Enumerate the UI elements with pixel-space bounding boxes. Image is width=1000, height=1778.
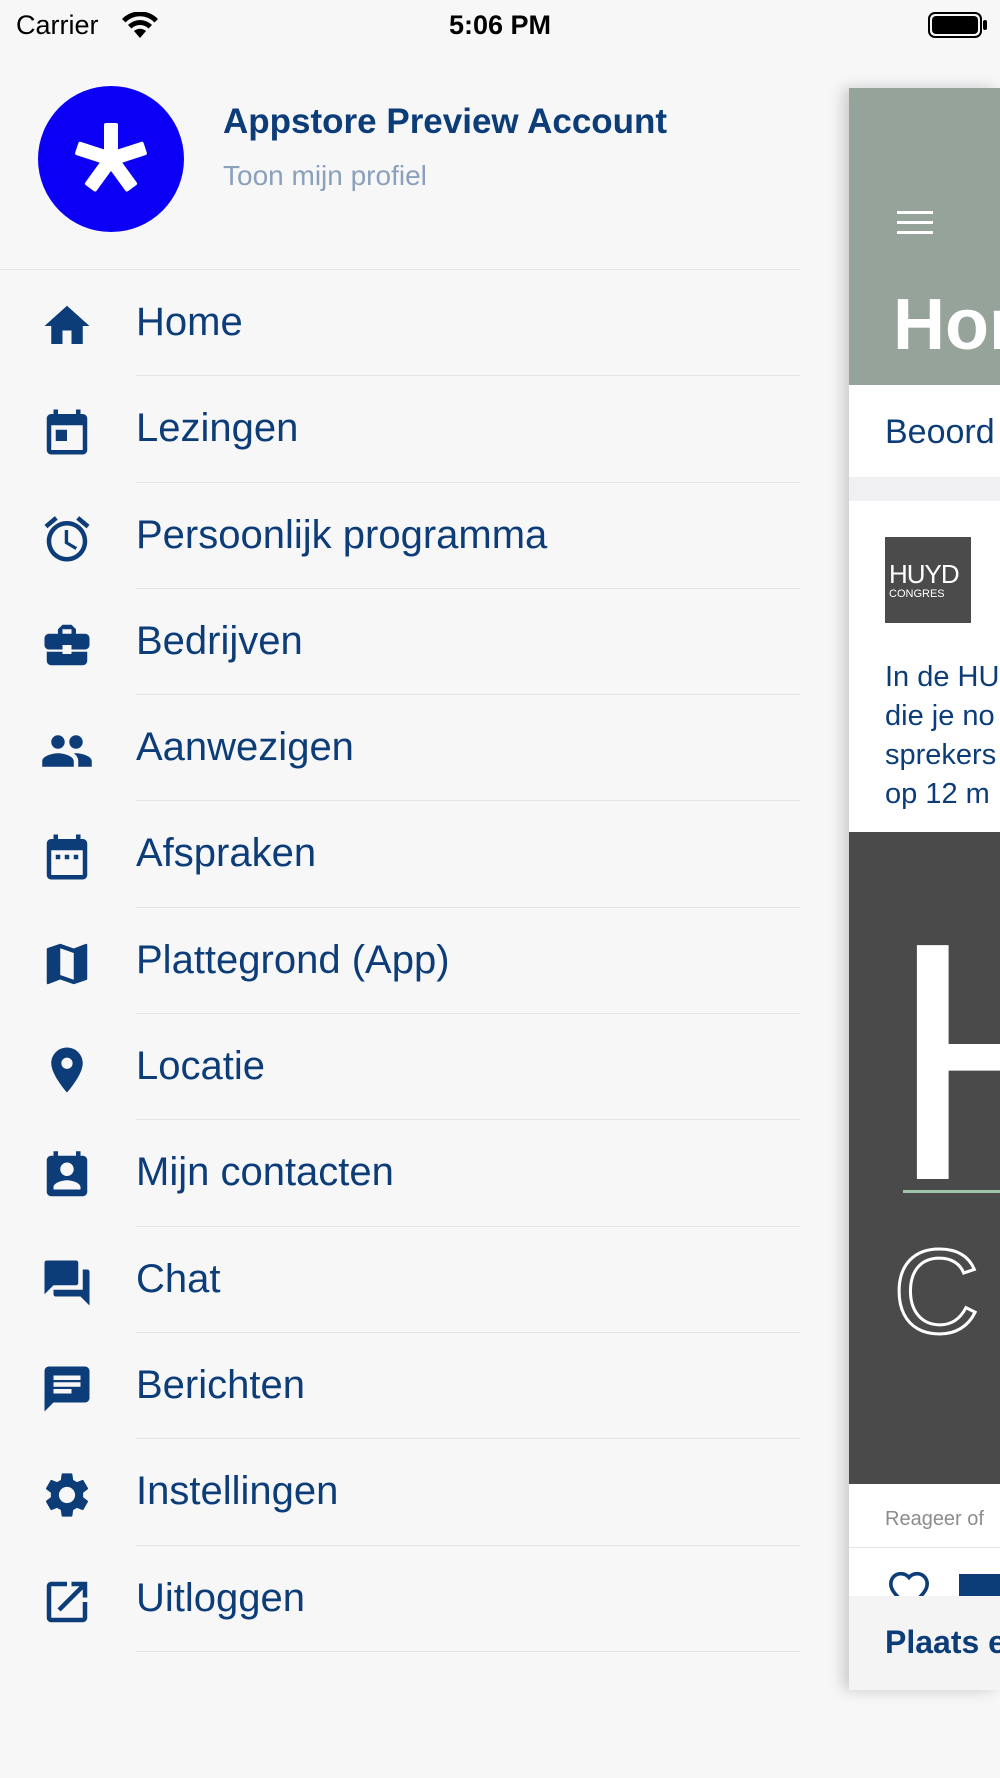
status-bar: Carrier 5:06 PM: [0, 0, 1000, 52]
calendar-today-icon: [40, 405, 94, 459]
post-text-line: op 12 m: [885, 778, 990, 810]
gear-icon: [40, 1468, 94, 1522]
menu-item-label: Plattegrond (App): [136, 937, 450, 982]
divider: [849, 1547, 1000, 1548]
battery-icon: [928, 12, 987, 38]
asterisk-icon: [75, 123, 147, 192]
menu-item-mijn-contacten[interactable]: Mijn contacten: [0, 1120, 800, 1227]
menu-item-aanwezigen[interactable]: Aanwezigen: [0, 695, 800, 802]
divider: [136, 1650, 800, 1652]
menu-item-home[interactable]: Home: [0, 270, 800, 377]
react-label: Reageer of: [885, 1508, 984, 1530]
menu-item-label: Persoonlijk programma: [136, 512, 548, 557]
menu-item-label: Instellingen: [136, 1469, 339, 1514]
menu-item-locatie[interactable]: Locatie: [0, 1014, 800, 1121]
calendar-dots-icon: [40, 830, 94, 884]
profile-header[interactable]: Appstore Preview Account Toon mijn profi…: [0, 52, 800, 270]
menu-item-berichten[interactable]: Berichten: [0, 1333, 800, 1440]
menu-item-label: Aanwezigen: [136, 725, 354, 770]
briefcase-icon: [40, 618, 94, 672]
map-icon: [40, 937, 94, 991]
chat-bubbles-icon: [40, 1256, 94, 1310]
page-title: Hor: [893, 285, 1000, 365]
post-text-line: In de HU: [885, 661, 1000, 693]
contacts-icon: [40, 1149, 94, 1203]
logo-text: HUYD: [889, 559, 960, 589]
menu-item-label: Home: [136, 300, 243, 344]
tab-beoordeling[interactable]: Beoord: [885, 413, 995, 452]
main-content-peek[interactable]: Hor Beoord HUYD CONGRES In de HU die je …: [849, 88, 1000, 1690]
post-image[interactable]: H C: [849, 832, 1000, 1484]
menu-item-plattegrond[interactable]: Plattegrond (App): [0, 908, 800, 1015]
menu-item-uitloggen[interactable]: Uitloggen: [0, 1546, 800, 1652]
tab-bar: Beoord: [849, 385, 1000, 477]
image-letter: C: [892, 1225, 982, 1359]
menu-item-afspraken[interactable]: Afspraken: [0, 801, 800, 908]
menu-item-label: Lezingen: [136, 406, 299, 451]
alarm-icon: [40, 512, 94, 566]
menu-item-lezingen[interactable]: Lezingen: [0, 376, 800, 483]
menu-item-bedrijven[interactable]: Bedrijven: [0, 589, 800, 696]
message-icon: [40, 1362, 94, 1416]
menu-item-label: Uitloggen: [136, 1575, 306, 1620]
post-text: In de HU die je no sprekers op 12 m: [885, 658, 1000, 814]
image-line: [903, 1190, 1000, 1193]
divider: [849, 477, 1000, 501]
menu-item-label: Berichten: [136, 1362, 305, 1407]
app-header: Hor: [849, 88, 1000, 385]
logo-subtext: CONGRES: [889, 588, 945, 600]
image-letter: H: [889, 892, 1000, 1232]
avatar[interactable]: [38, 86, 184, 232]
location-pin-icon: [40, 1043, 94, 1097]
menu-item-label: Mijn contacten: [136, 1150, 394, 1195]
profile-name: Appstore Preview Account: [223, 102, 668, 141]
post-text-line: die je no: [885, 700, 995, 732]
menu-item-label: Bedrijven: [136, 618, 303, 663]
comment-placeholder: Plaats e: [885, 1624, 1000, 1660]
menu-item-label: Afspraken: [136, 831, 317, 876]
status-time: 5:06 PM: [448, 10, 552, 40]
menu-item-label: Locatie: [136, 1044, 265, 1089]
home-icon: [40, 299, 94, 353]
menu-item-persoonlijk-programma[interactable]: Persoonlijk programma: [0, 483, 800, 589]
profile-link[interactable]: Toon mijn profiel: [223, 160, 427, 192]
menu-item-label: Chat: [136, 1256, 221, 1301]
post-author-logo: HUYD CONGRES: [885, 537, 971, 623]
post-text-line: sprekers: [885, 739, 997, 771]
menu-item-chat[interactable]: Chat: [0, 1227, 800, 1333]
people-icon: [40, 724, 94, 778]
external-link-icon: [40, 1575, 94, 1629]
side-menu: Home Lezingen Persoonlijk programma Bedr…: [0, 270, 800, 1652]
comment-bar[interactable]: Plaats e: [849, 1596, 1000, 1690]
menu-item-instellingen[interactable]: Instellingen: [0, 1439, 800, 1546]
hamburger-menu-icon[interactable]: [897, 210, 933, 236]
